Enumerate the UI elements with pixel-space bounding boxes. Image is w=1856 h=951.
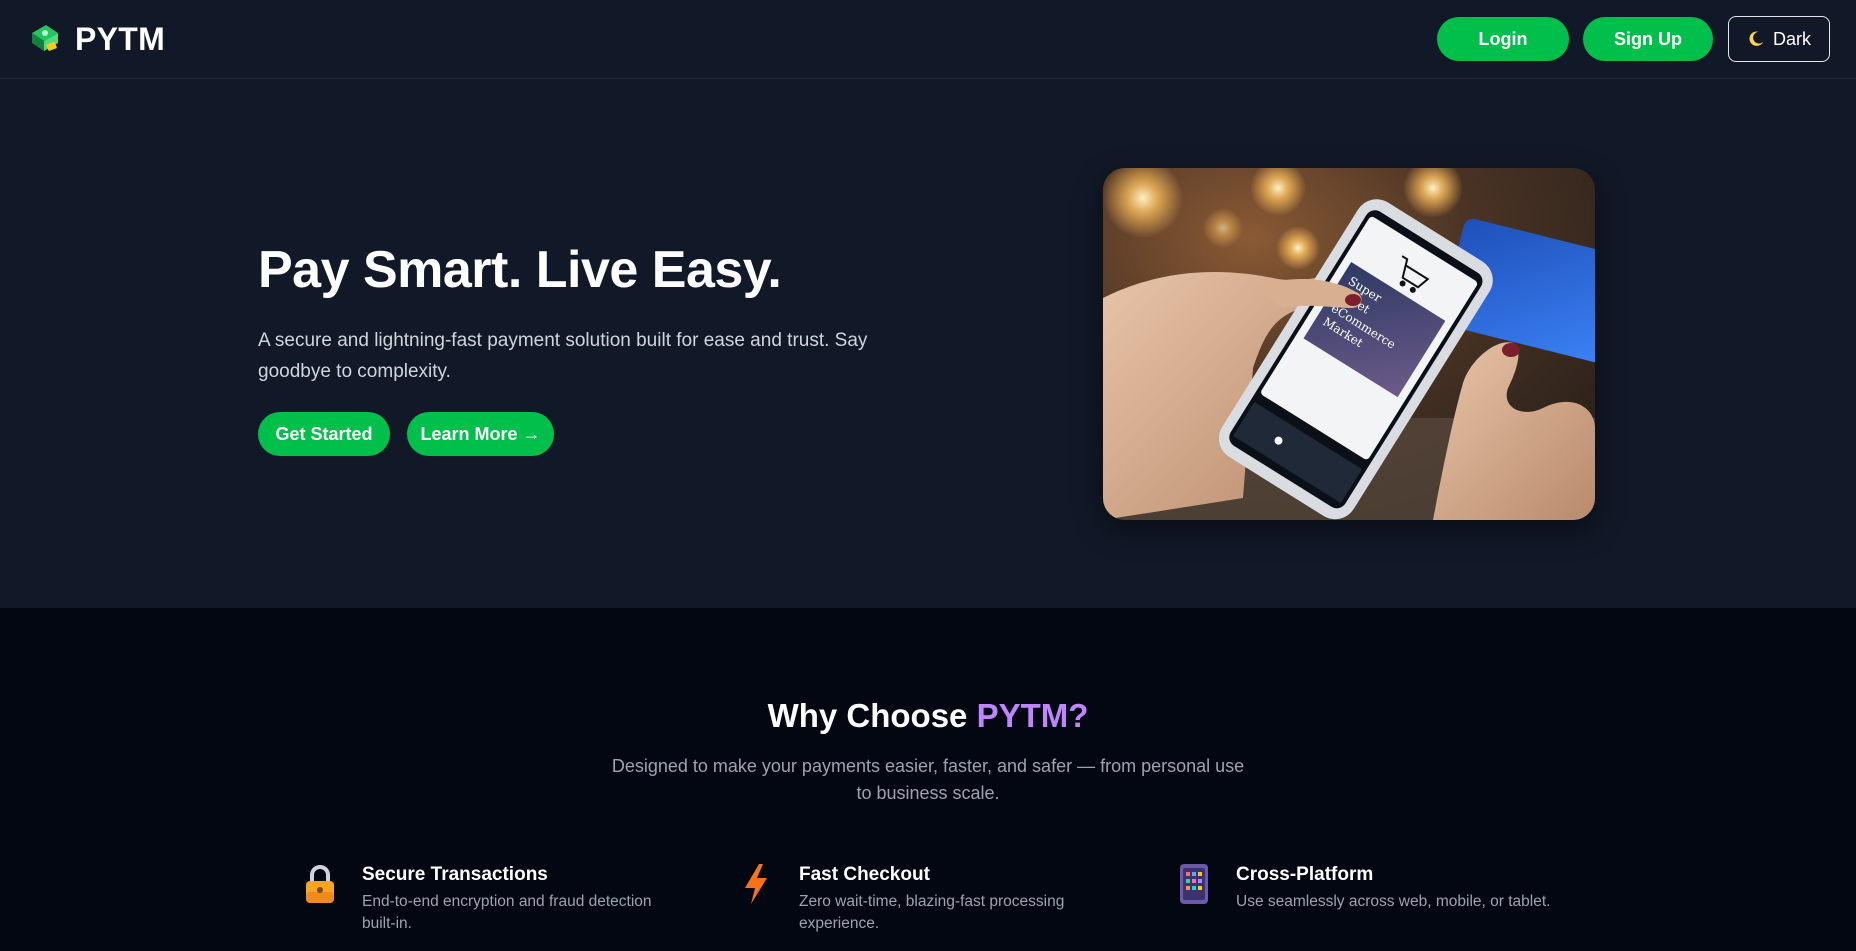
get-started-button[interactable]: Get Started (258, 412, 390, 456)
signup-button[interactable]: Sign Up (1583, 17, 1713, 61)
features-title-accent: PYTM? (976, 697, 1089, 734)
lock-icon (306, 865, 334, 903)
hero-image: Super ernet eCommerce Market (1103, 168, 1595, 520)
feature-secure: Secure Transactions End-to-end encryptio… (300, 862, 700, 935)
feature-title: Fast Checkout (799, 864, 930, 885)
feature-body: Cross-Platform Use seamlessly across web… (1236, 862, 1550, 913)
feature-title: Secure Transactions (362, 864, 548, 885)
top-navbar: PYTM Login Sign Up Dark (0, 0, 1856, 79)
login-button[interactable]: Login (1437, 17, 1569, 61)
feature-body: Secure Transactions End-to-end encryptio… (362, 862, 662, 935)
brand[interactable]: PYTM (28, 21, 165, 57)
brand-name: PYTM (75, 21, 166, 57)
moon-icon (1749, 31, 1764, 46)
features-section: Why Choose PYTM? Designed to make your p… (0, 608, 1856, 951)
hero-section: Pay Smart. Live Easy. A secure and light… (0, 80, 1856, 608)
theme-toggle-button[interactable]: Dark (1728, 16, 1830, 62)
feature-text: Zero wait-time, blazing-fast processing … (799, 893, 1065, 932)
devices-icon (1180, 864, 1208, 904)
feature-text: End-to-end encryption and fraud detectio… (362, 893, 652, 932)
learn-more-button[interactable]: Learn More → (407, 412, 554, 456)
lightning-icon (745, 864, 767, 904)
features-subtitle: Designed to make your payments easier, f… (611, 756, 1245, 803)
theme-toggle-label: Dark (1772, 28, 1811, 49)
features-title-prefix: Why Choose (767, 697, 977, 734)
feature-fast: Fast Checkout Zero wait-time, blazing-fa… (737, 862, 1117, 935)
feature-text: Use seamlessly across web, mobile, or ta… (1236, 893, 1551, 910)
money-logo-icon (32, 25, 58, 51)
feature-body: Fast Checkout Zero wait-time, blazing-fa… (799, 862, 1099, 935)
feature-title: Cross-Platform (1236, 864, 1374, 885)
hero-description: A secure and lightning-fast payment solu… (258, 330, 868, 382)
phone-payment-illustration: Super ernet eCommerce Market (1103, 168, 1595, 520)
feature-cross-platform: Cross-Platform Use seamlessly across web… (1174, 862, 1594, 913)
features-title: Why Choose PYTM? (0, 696, 1856, 736)
hero-title: Pay Smart. Live Easy. (258, 241, 782, 299)
